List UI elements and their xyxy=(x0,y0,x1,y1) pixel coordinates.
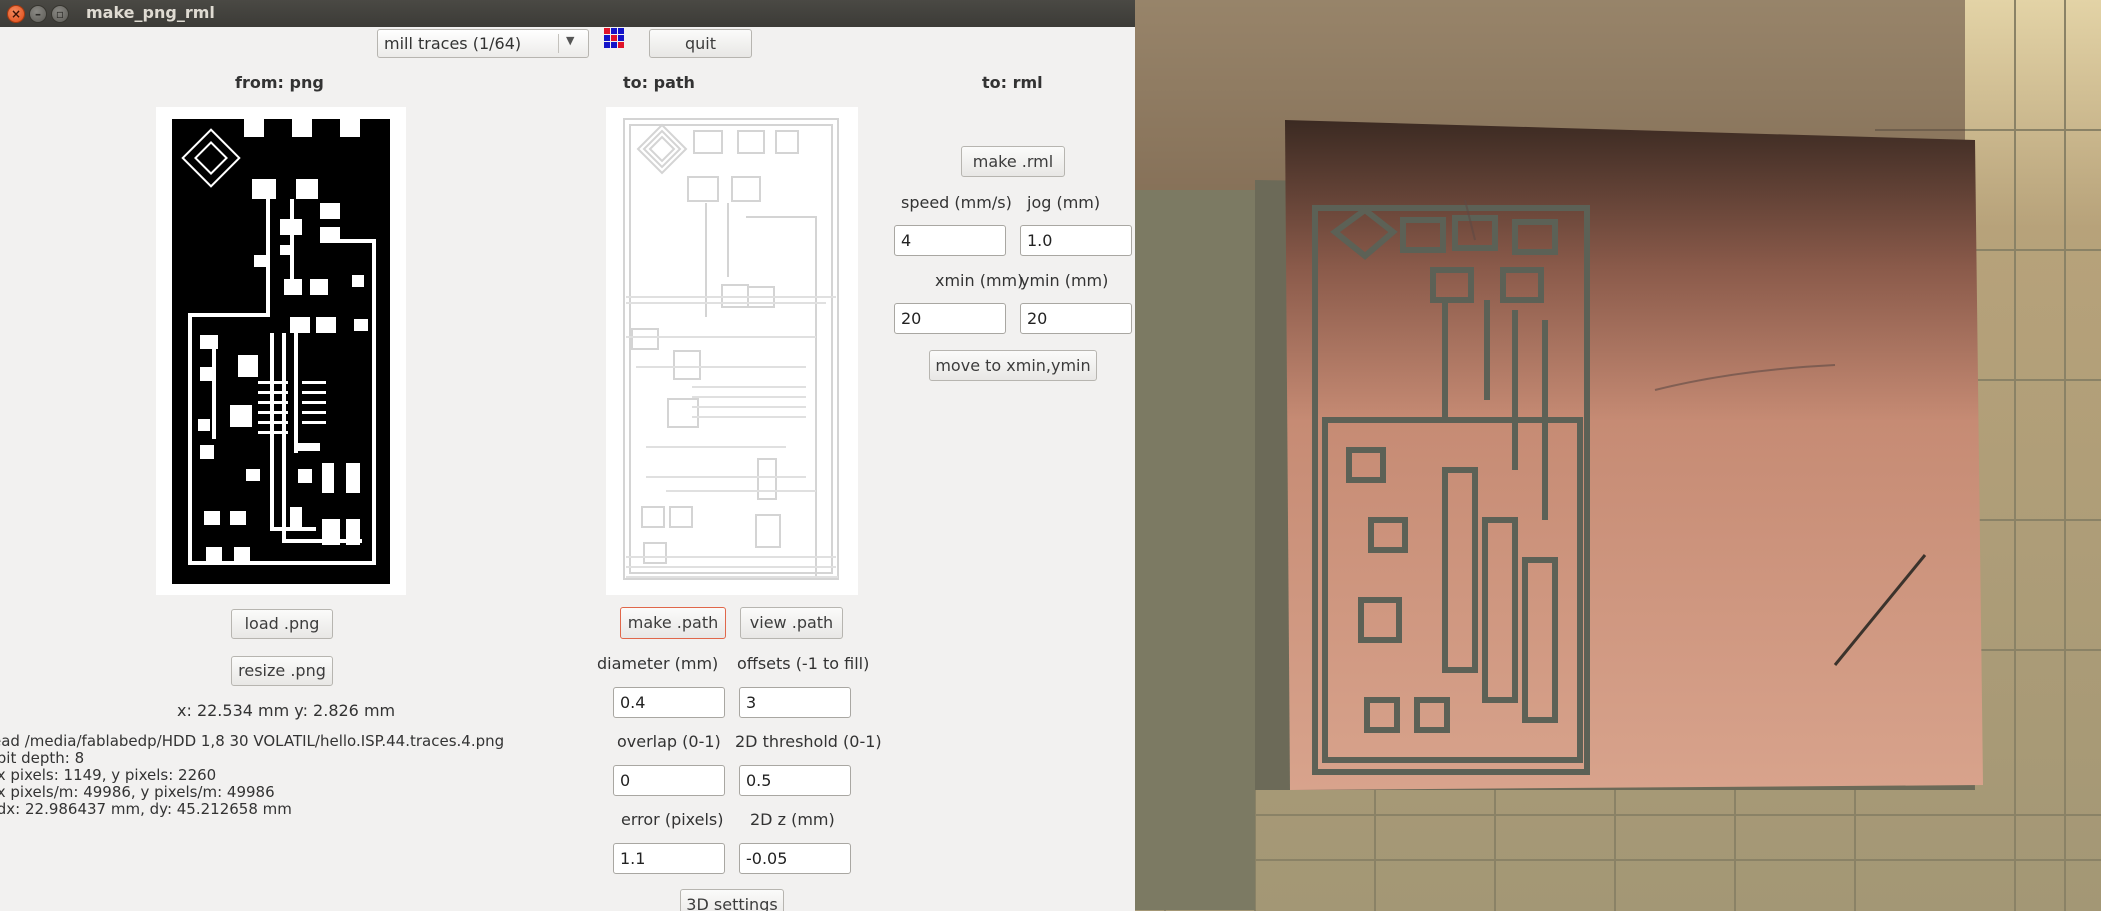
png-info-line: x pixels: 1149, y pixels: 2260 xyxy=(0,766,217,784)
ymin-input[interactable]: 20 xyxy=(1020,303,1132,334)
maximize-icon: ▫ xyxy=(55,7,65,21)
resize-png-button[interactable]: resize .png xyxy=(231,656,333,686)
z-depth-label: 2D z (mm) xyxy=(750,810,835,829)
mode-select-value: mill traces (1/64) xyxy=(384,34,522,53)
png-info-line: x pixels/m: 49986, y pixels/m: 49986 xyxy=(0,783,275,801)
z-depth-input[interactable]: -0.05 xyxy=(739,843,851,874)
offsets-input[interactable]: 3 xyxy=(739,687,851,718)
chevron-down-icon: ▼ xyxy=(566,34,575,47)
pcb-traces-image xyxy=(172,119,390,584)
toolpath-image xyxy=(623,118,839,580)
title-bar: × – ▫ make_png_rml xyxy=(0,0,1135,27)
load-png-button[interactable]: load .png xyxy=(231,609,333,639)
make-rml-button[interactable]: make .rml xyxy=(961,146,1065,177)
png-preview xyxy=(156,107,406,595)
path-preview xyxy=(606,107,858,595)
diameter-label: diameter (mm) xyxy=(597,654,719,673)
make-path-button[interactable]: make .path xyxy=(620,607,726,639)
milled-board-photo xyxy=(1135,0,2101,911)
diameter-input[interactable]: 0.4 xyxy=(613,687,725,718)
threshold-label: 2D threshold (0-1) xyxy=(735,732,882,751)
error-label: error (pixels) xyxy=(621,810,724,829)
milled-board-image xyxy=(1135,0,2101,911)
minimize-window-button[interactable]: – xyxy=(29,5,47,23)
view-path-button[interactable]: view .path xyxy=(740,607,843,639)
minimize-icon: – xyxy=(35,7,41,21)
jog-label: jog (mm) xyxy=(1027,193,1101,212)
speed-input[interactable]: 4 xyxy=(894,225,1006,256)
to-rml-heading: to: rml xyxy=(982,73,1043,92)
move-to-origin-button[interactable]: move to xmin,ymin xyxy=(929,350,1097,381)
png-info-line: dx: 22.986437 mm, dy: 45.212658 mm xyxy=(0,800,292,818)
mode-select[interactable]: mill traces (1/64) ▼ xyxy=(377,29,589,58)
cursor-coordinates: x: 22.534 mm y: 2.826 mm xyxy=(177,701,396,720)
error-input[interactable]: 1.1 xyxy=(613,843,725,874)
jog-input[interactable]: 1.0 xyxy=(1020,225,1132,256)
application-window: × – ▫ make_png_rml mill traces (1/64) ▼ … xyxy=(0,0,1135,911)
3d-settings-button[interactable]: 3D settings xyxy=(680,889,784,911)
offsets-label: offsets (-1 to fill) xyxy=(737,654,870,673)
window-title: make_png_rml xyxy=(86,3,215,22)
close-window-button[interactable]: × xyxy=(7,5,25,23)
from-png-heading: from: png xyxy=(235,73,324,92)
png-info-line: bit depth: 8 xyxy=(0,749,85,767)
ymin-label: ymin (mm) xyxy=(1020,271,1109,290)
xmin-label: xmin (mm) xyxy=(935,271,1024,290)
xmin-input[interactable]: 20 xyxy=(894,303,1006,334)
maximize-window-button[interactable]: ▫ xyxy=(51,5,69,23)
overlap-input[interactable]: 0 xyxy=(613,765,725,796)
speed-label: speed (mm/s) xyxy=(901,193,1012,212)
quit-button[interactable]: quit xyxy=(649,29,752,58)
threshold-input[interactable]: 0.5 xyxy=(739,765,851,796)
overlap-label: overlap (0-1) xyxy=(617,732,721,751)
png-info-line: ead /media/fablabedp/HDD 1,8 30 VOLATIL/… xyxy=(0,732,505,750)
close-icon: × xyxy=(10,7,22,21)
png-info-text: ead /media/fablabedp/HDD 1,8 30 VOLATIL/… xyxy=(0,733,504,818)
fab-modules-logo-icon xyxy=(604,28,630,54)
to-path-heading: to: path xyxy=(623,73,695,92)
